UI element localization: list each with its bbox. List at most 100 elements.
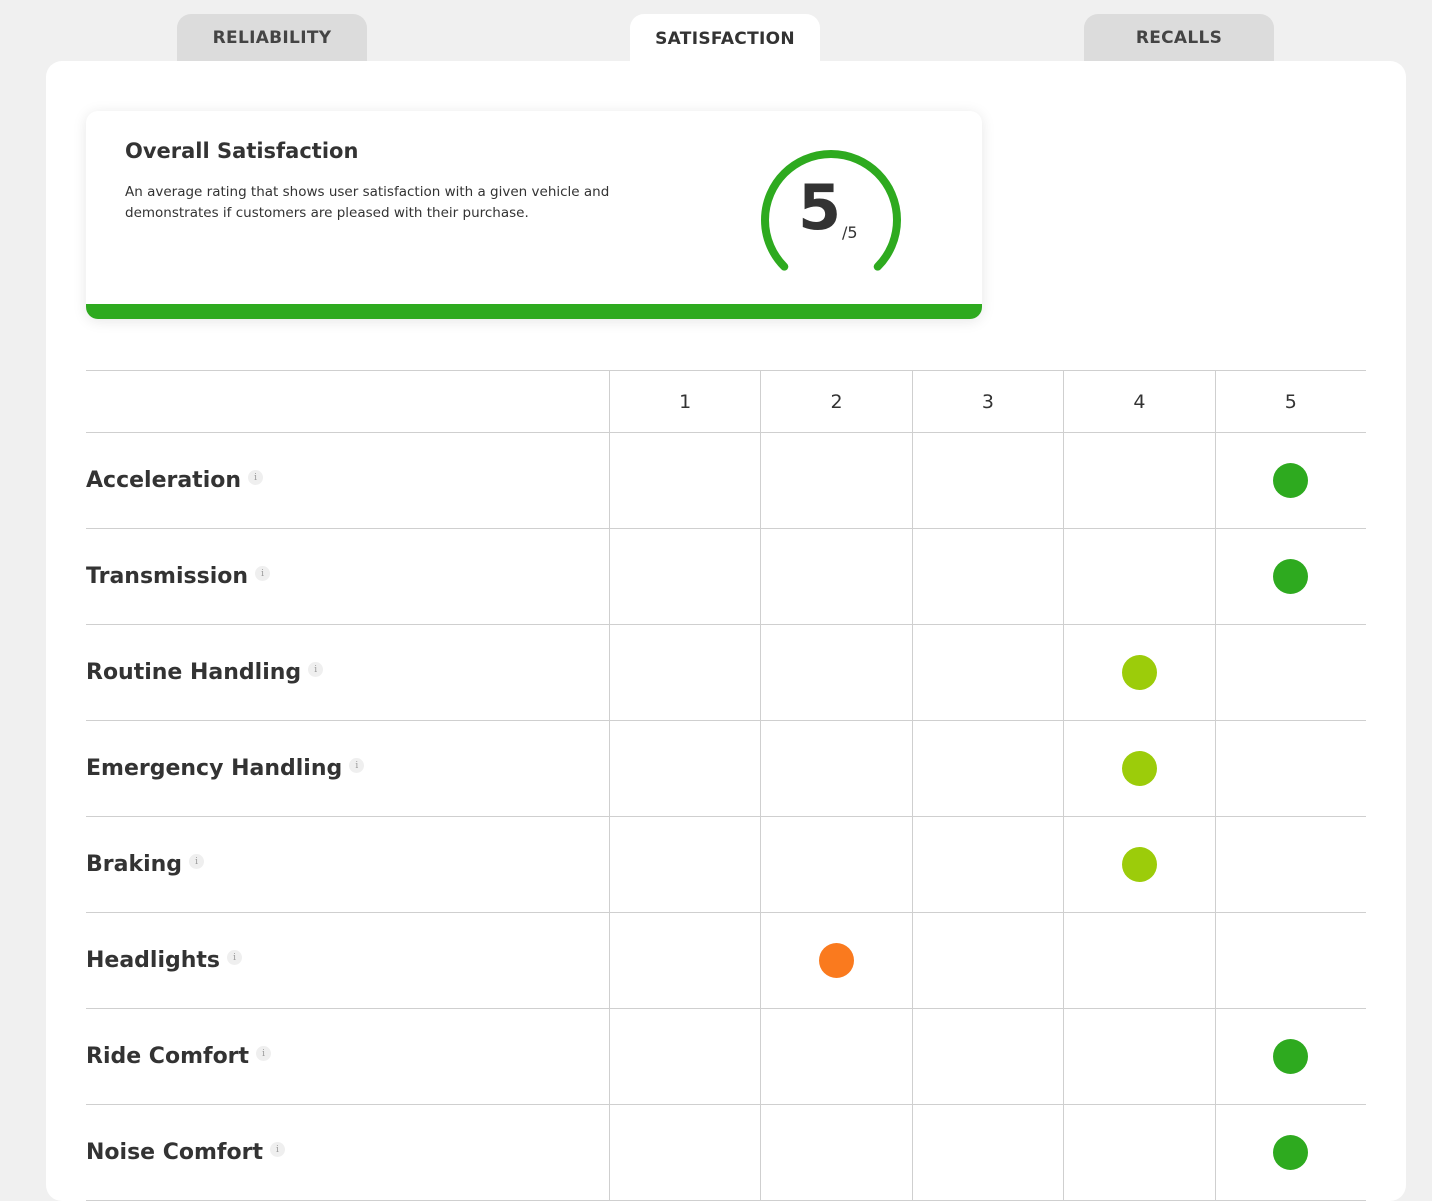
rating-cell-5 [1214,433,1366,528]
rating-cell-2 [760,529,911,624]
row-label-cell: Headlights i [86,913,609,1008]
rating-cell-4 [1063,1105,1214,1200]
rating-cell-3 [911,817,1063,912]
info-icon[interactable]: i [189,854,205,869]
rating-cell-5 [1214,529,1366,624]
score-gauge: 5 /5 [756,147,906,277]
rating-cell-5 [1214,913,1366,1008]
header-label-cell [86,371,609,432]
rating-cell-5 [1214,721,1366,816]
rating-dot [1273,1135,1309,1170]
rating-cell-1 [609,529,760,624]
rating-grid: 12345 Acceleration i Transmission i Routine … [86,370,1366,1201]
rating-cell-4 [1063,433,1214,528]
info-icon[interactable]: i [308,662,324,677]
rating-dot [1273,463,1309,498]
rating-cell-2 [760,913,911,1008]
row-label-cell: Ride Comfort i [86,1009,609,1104]
rating-cell-2 [760,817,911,912]
rating-cell-3 [911,913,1063,1008]
rating-cell-4 [1063,817,1214,912]
rating-cell-4 [1063,1009,1214,1104]
rating-cell-4 [1063,721,1214,816]
info-icon[interactable]: i [269,1142,285,1157]
tab-satisfaction[interactable]: SATISFACTION [630,14,820,64]
row-label-cell: Emergency Handling i [86,721,609,816]
info-icon[interactable]: i [227,950,243,965]
rating-cell-3 [911,1009,1063,1104]
rating-row: Emergency Handling i [86,721,1366,817]
rating-grid-header: 12345 [86,370,1366,433]
rating-cell-2 [760,1009,911,1104]
row-label: Braking [86,852,183,877]
column-header-4: 4 [1063,371,1214,432]
rating-cell-1 [609,433,760,528]
rating-cell-1 [609,817,760,912]
rating-cell-3 [911,433,1063,528]
row-label-cell: Routine Handling i [86,625,609,720]
rating-cell-2 [760,721,911,816]
rating-dot [1273,1039,1309,1074]
rating-cell-4 [1063,625,1214,720]
score-color-bar [86,304,982,319]
row-label: Headlights [86,948,221,973]
overall-score-max: /5 [842,223,858,242]
info-icon[interactable]: i [248,470,264,485]
row-label-cell: Braking i [86,817,609,912]
rating-row: Braking i [86,817,1366,913]
rating-cell-1 [609,721,760,816]
rating-cell-2 [760,433,911,528]
rating-row: Acceleration i [86,433,1366,529]
row-label-cell: Transmission i [86,529,609,624]
row-label: Acceleration [86,468,242,493]
row-label: Transmission [86,564,249,589]
row-label: Routine Handling [86,660,302,685]
overall-satisfaction-title: Overall Satisfaction [125,139,359,163]
rating-cell-3 [911,1105,1063,1200]
column-header-1: 1 [609,371,760,432]
row-label: Emergency Handling [86,756,343,781]
rating-cell-4 [1063,913,1214,1008]
tab-recalls[interactable]: RECALLS [1084,14,1274,61]
rating-cell-3 [911,529,1063,624]
rating-dot [1121,751,1157,786]
rating-cell-1 [609,625,760,720]
rating-cell-5 [1214,1105,1366,1200]
rating-row: Routine Handling i [86,625,1366,721]
rating-row: Transmission i [86,529,1366,625]
rating-cell-5 [1214,1009,1366,1104]
row-label: Noise Comfort [86,1140,263,1165]
rating-cell-5 [1214,817,1366,912]
rating-row: Headlights i [86,913,1366,1009]
rating-cell-5 [1214,625,1366,720]
row-label-cell: Acceleration i [86,433,609,528]
overall-satisfaction-description: An average rating that shows user satisf… [125,184,610,221]
row-label-cell: Noise Comfort i [86,1105,609,1200]
rating-cell-1 [609,913,760,1008]
rating-cell-2 [760,1105,911,1200]
info-icon[interactable]: i [349,758,365,773]
row-label: Ride Comfort [86,1044,250,1069]
column-header-5: 5 [1214,371,1366,432]
overall-score-value: 5 [798,171,842,244]
rating-dot [1273,559,1309,594]
rating-row: Noise Comfort i [86,1105,1366,1201]
rating-cell-3 [911,721,1063,816]
rating-cell-1 [609,1105,760,1200]
rating-dot [819,943,855,978]
overall-satisfaction-card: Overall Satisfaction An average rating t… [86,111,982,319]
rating-cell-2 [760,625,911,720]
info-icon[interactable]: i [256,1046,272,1061]
column-header-2: 2 [760,371,911,432]
rating-dot [1121,847,1157,882]
tab-bar: RELIABILITY SATISFACTION RECALLS [0,14,1432,64]
rating-cell-4 [1063,529,1214,624]
info-icon[interactable]: i [255,566,271,581]
rating-cell-1 [609,1009,760,1104]
rating-row: Ride Comfort i [86,1009,1366,1105]
tab-reliability[interactable]: RELIABILITY [177,14,367,61]
rating-cell-3 [911,625,1063,720]
satisfaction-panel: Overall Satisfaction An average rating t… [46,61,1406,1201]
rating-dot [1121,655,1157,690]
column-header-3: 3 [911,371,1063,432]
